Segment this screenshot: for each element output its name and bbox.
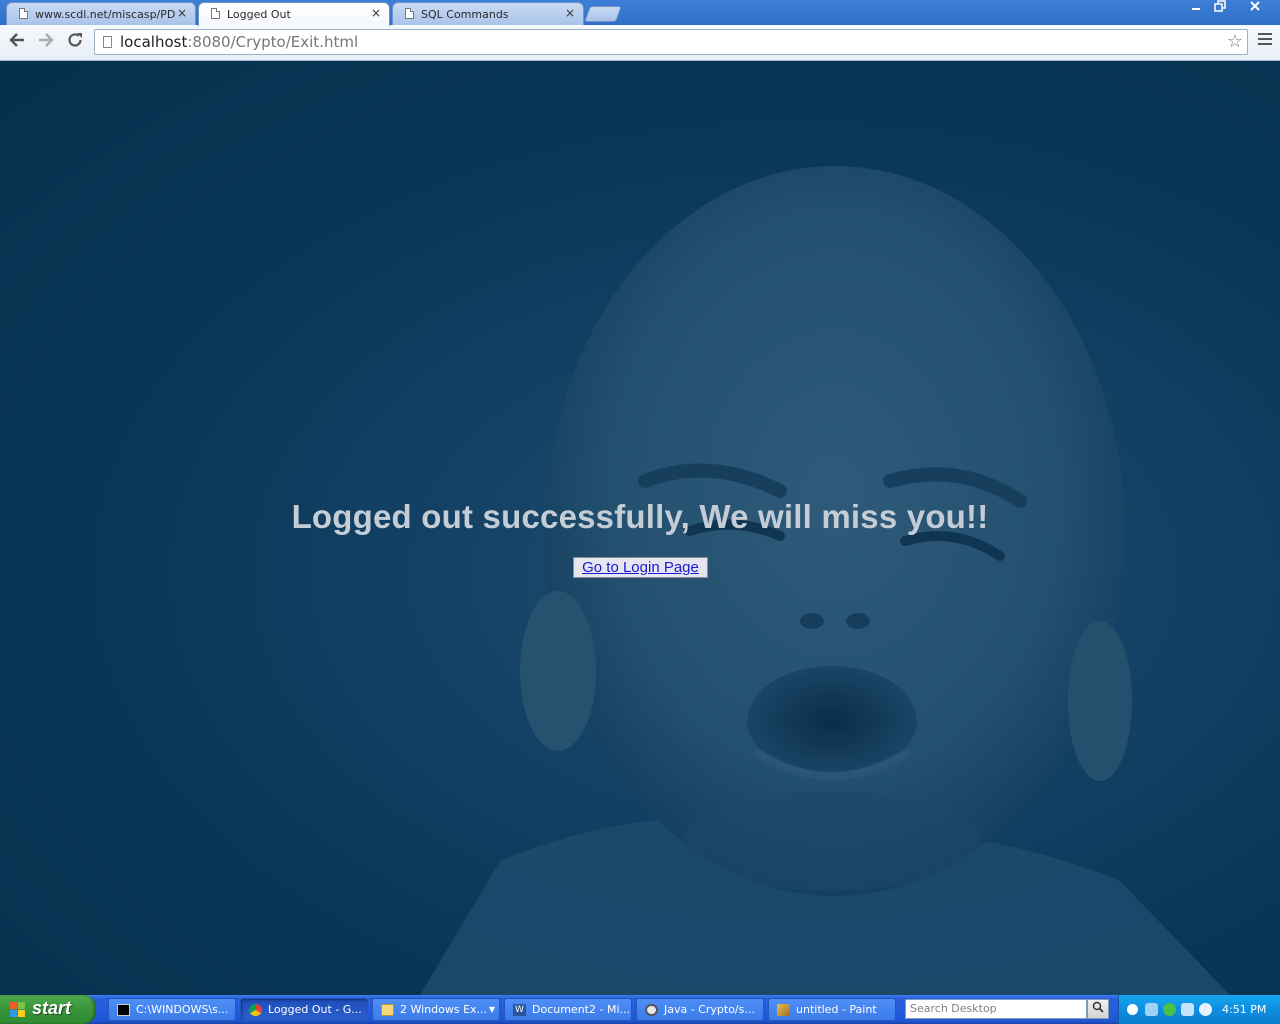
close-icon[interactable]: ×	[371, 6, 381, 20]
taskbar-item-label: Java - Crypto/s...	[664, 1003, 755, 1016]
network-icon[interactable]	[1145, 1003, 1158, 1016]
page-icon	[19, 8, 28, 19]
taskbar-item-explorer[interactable]: 2 Windows Ex... ▼	[372, 998, 500, 1021]
close-icon[interactable]: ×	[177, 6, 187, 20]
browser-toolbar: localhost:8080/Crypto/Exit.html ☆	[0, 25, 1280, 61]
new-tab-button[interactable]	[584, 6, 622, 22]
tray-expand-icon[interactable]	[1127, 1004, 1138, 1015]
reload-button[interactable]	[64, 31, 86, 53]
chrome-icon	[249, 1004, 262, 1016]
folder-icon	[381, 1004, 394, 1016]
page-viewport: Logged out successfully, We will miss yo…	[0, 61, 1280, 995]
url-path: :8080/Crypto/Exit.html	[187, 33, 359, 51]
taskbar-item-cmd[interactable]: C:\WINDOWS\s...	[108, 998, 236, 1021]
restore-icon	[1214, 0, 1226, 12]
taskbar-item-label: C:\WINDOWS\s...	[136, 1003, 229, 1016]
taskbar-item-label: untitled - Paint	[796, 1003, 877, 1016]
url-host: localhost	[120, 33, 188, 51]
forward-arrow-icon	[39, 33, 54, 47]
tab-sql-commands[interactable]: SQL Commands ×	[392, 2, 584, 25]
word-icon: W	[513, 1004, 526, 1016]
messenger-icon[interactable]	[1163, 1003, 1176, 1016]
desktop-search-input[interactable]: Search Desktop	[905, 999, 1087, 1019]
window-close-button[interactable]	[1242, 0, 1268, 18]
close-icon	[1250, 1, 1260, 11]
logout-message-block: Logged out successfully, We will miss yo…	[0, 498, 1280, 578]
search-button[interactable]	[1087, 999, 1109, 1019]
tab-scdl[interactable]: www.scdl.net/miscasp/PDFS ×	[6, 2, 196, 25]
taskbar-item-eclipse[interactable]: Java - Crypto/s...	[636, 998, 764, 1021]
minimize-button[interactable]	[1184, 0, 1208, 18]
tab-title: SQL Commands	[421, 8, 509, 21]
taskbar-item-paint[interactable]: untitled - Paint	[768, 998, 896, 1021]
back-arrow-icon	[9, 33, 24, 47]
windows-logo-icon	[10, 1002, 26, 1018]
taskbar-item-label: Logged Out - G...	[268, 1003, 362, 1016]
minimize-icon	[1192, 8, 1200, 10]
monitor-icon[interactable]	[1181, 1003, 1194, 1016]
restore-button[interactable]	[1208, 0, 1232, 18]
wrench-menu-icon[interactable]	[1258, 33, 1272, 48]
search-icon	[1092, 1001, 1104, 1013]
tab-title: Logged Out	[227, 8, 291, 21]
reload-icon	[68, 33, 82, 47]
start-button[interactable]: start	[0, 995, 96, 1024]
back-button[interactable]	[6, 31, 28, 53]
taskbar-item-label: Document2 - Mi...	[532, 1003, 630, 1016]
tab-title: www.scdl.net/miscasp/PDFS	[35, 8, 175, 21]
tab-strip: www.scdl.net/miscasp/PDFS × Logged Out ×…	[0, 0, 1280, 26]
tab-logged-out[interactable]: Logged Out ×	[198, 2, 390, 26]
chevron-down-icon: ▼	[488, 1005, 495, 1014]
eclipse-icon	[645, 1004, 658, 1016]
page-icon	[405, 8, 414, 19]
page-icon	[103, 36, 112, 48]
page-icon	[211, 8, 220, 19]
close-icon[interactable]: ×	[565, 6, 575, 20]
taskbar-item-chrome[interactable]: Logged Out - G...	[240, 998, 368, 1021]
paint-icon	[777, 1004, 790, 1016]
url-text: localhost:8080/Crypto/Exit.html	[120, 33, 358, 51]
forward-button[interactable]	[35, 31, 57, 53]
taskbar-item-label: 2 Windows Ex...	[400, 1003, 488, 1016]
volume-icon[interactable]	[1199, 1003, 1212, 1016]
windows-taskbar: start C:\WINDOWS\s... Logged Out - G... …	[0, 995, 1280, 1024]
go-to-login-button[interactable]: Go to Login Page	[573, 557, 708, 578]
logout-headline: Logged out successfully, We will miss yo…	[291, 498, 989, 535]
start-label: start	[32, 998, 72, 1018]
clock[interactable]: 4:51 PM	[1222, 995, 1266, 1024]
cmd-icon	[117, 1004, 130, 1016]
bookmark-star-icon[interactable]: ☆	[1227, 31, 1243, 52]
taskbar-item-word[interactable]: W Document2 - Mi...	[504, 998, 632, 1021]
address-bar[interactable]: localhost:8080/Crypto/Exit.html ☆	[94, 29, 1248, 55]
